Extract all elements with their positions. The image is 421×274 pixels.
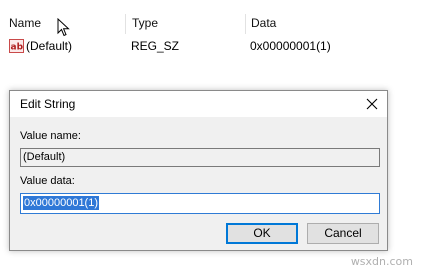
column-header-data[interactable]: Data xyxy=(242,11,421,35)
registry-editor-pane: Name Type Data ab (Default) REG_SZ 0x000… xyxy=(0,0,421,274)
column-header-data-label: Data xyxy=(251,16,277,30)
value-name-field: (Default) xyxy=(20,148,380,167)
edit-string-dialog: Edit String Value name: (Default) Value … xyxy=(9,90,388,251)
value-name-cell: (Default) xyxy=(26,39,73,53)
column-header-type-label: Type xyxy=(132,16,159,30)
registry-value-row[interactable]: ab (Default) REG_SZ 0x00000001(1) xyxy=(0,36,421,56)
value-data-text: 0x00000001(1) xyxy=(23,196,100,210)
value-data-label: Value data: xyxy=(20,175,75,187)
value-data-cell: 0x00000001(1) xyxy=(250,39,331,53)
ok-button[interactable]: OK xyxy=(226,223,298,244)
close-button[interactable] xyxy=(357,91,387,117)
column-header-type[interactable]: Type xyxy=(123,11,245,35)
dialog-titlebar[interactable]: Edit String xyxy=(10,91,387,117)
svg-text:ab: ab xyxy=(11,43,24,53)
watermark: wsxdn.com xyxy=(350,255,413,268)
dialog-title: Edit String xyxy=(20,97,76,111)
mouse-pointer-icon xyxy=(57,18,70,37)
close-icon xyxy=(366,98,378,110)
value-name-label: Value name: xyxy=(20,130,81,142)
value-data-input[interactable]: 0x00000001(1) xyxy=(20,193,380,214)
column-header-name-label: Name xyxy=(9,16,42,30)
value-name-text: (Default) xyxy=(23,151,66,163)
ab-string-value-icon: ab xyxy=(9,39,24,53)
dialog-body: Value name: (Default) Value data: 0x0000… xyxy=(10,117,387,250)
cancel-button[interactable]: Cancel xyxy=(307,223,379,244)
value-type-cell: REG_SZ xyxy=(131,39,180,53)
